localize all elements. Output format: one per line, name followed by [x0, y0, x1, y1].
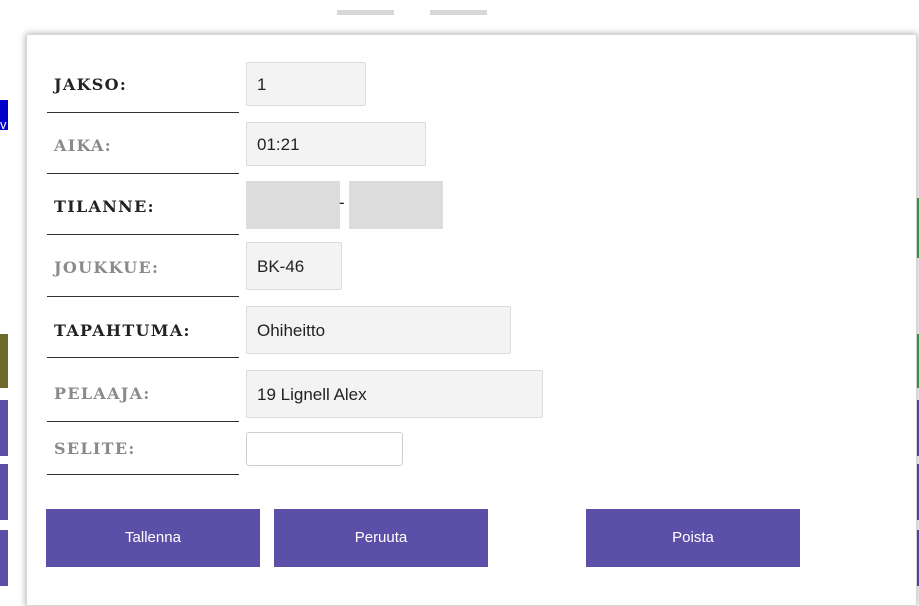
aika-underline [47, 173, 239, 174]
delete-button[interactable]: Poista [586, 509, 800, 567]
pelaaja-label: PELAAJA: [54, 384, 151, 403]
jakso-label: JAKSO: [54, 75, 128, 94]
pelaaja-underline [47, 421, 239, 422]
aika-field[interactable]: 01:21 [246, 122, 426, 166]
aika-label: AIKA: [54, 136, 112, 155]
selite-underline [47, 474, 239, 475]
selite-input[interactable] [246, 432, 403, 466]
background-left-tab-purple-3 [0, 530, 8, 586]
background-left-tab-purple-2 [0, 464, 8, 520]
pelaaja-field[interactable]: 19 Lignell Alex [246, 370, 543, 418]
background-left-glyph: v [0, 117, 7, 132]
background-top-bar-1 [337, 10, 394, 15]
score-separator: - [339, 193, 345, 212]
tilanne-underline [47, 234, 239, 235]
background-top-bar-2 [430, 10, 487, 15]
joukkue-underline [47, 296, 239, 297]
away-score-field[interactable] [349, 181, 443, 229]
joukkue-label: JOUKKUE: [54, 258, 160, 277]
background-left-tab-purple-1 [0, 400, 8, 456]
jakso-underline [47, 112, 239, 113]
tapahtuma-label: TAPAHTUMA: [54, 321, 191, 340]
home-score-field[interactable] [246, 181, 340, 229]
save-button[interactable]: Tallenna [46, 509, 260, 567]
tilanne-label: TILANNE: [54, 197, 155, 216]
background-left-tab-olive [0, 334, 8, 388]
selite-label: SELITE: [54, 439, 136, 458]
cancel-button[interactable]: Peruuta [274, 509, 488, 567]
joukkue-field[interactable]: BK-46 [246, 242, 342, 290]
tapahtuma-field[interactable]: Ohiheitto [246, 306, 511, 354]
tapahtuma-underline [47, 357, 239, 358]
jakso-field[interactable]: 1 [246, 62, 366, 106]
